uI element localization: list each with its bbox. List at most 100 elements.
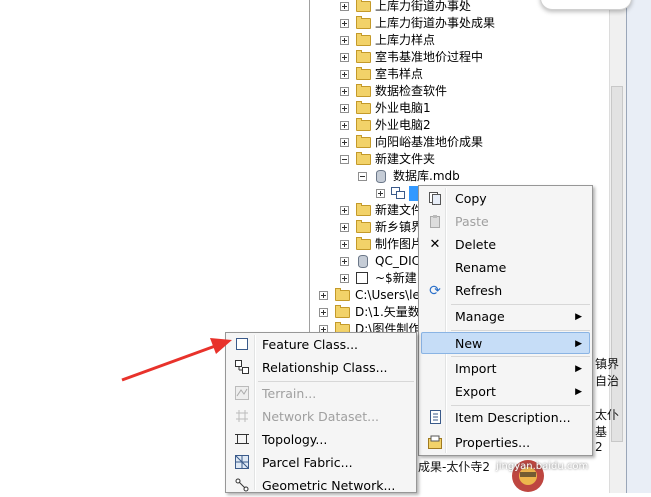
- expand-icon[interactable]: [340, 53, 349, 62]
- folder-icon: [335, 305, 350, 318]
- tree-item-folder[interactable]: 新乡镇界: [338, 219, 424, 236]
- menu-item-label: Rename: [455, 260, 507, 275]
- expand-icon[interactable]: [340, 274, 349, 283]
- tree-item-geodatabase[interactable]: 数据库.mdb: [356, 168, 596, 185]
- tree-item-folder[interactable]: 上库力街道办事处成果: [338, 15, 598, 32]
- submenu-item-parcel-fabric[interactable]: Parcel Fabric...: [228, 452, 414, 474]
- expand-icon[interactable]: [340, 257, 349, 266]
- tree-item-folder[interactable]: 室韦基准地价过程中: [338, 49, 598, 66]
- tree-item-folder[interactable]: 外业电脑2: [338, 117, 598, 134]
- menu-item-new[interactable]: New ▶: [421, 332, 590, 354]
- menu-item-refresh[interactable]: ⟳ Refresh: [421, 280, 590, 302]
- tree-item-folder[interactable]: 制作图片: [338, 236, 424, 253]
- properties-icon: [427, 435, 443, 451]
- expand-icon[interactable]: [340, 240, 349, 249]
- menu-item-label: Feature Class...: [262, 337, 359, 352]
- folder-icon: [356, 84, 371, 97]
- expand-icon[interactable]: [340, 104, 349, 113]
- menu-item-copy[interactable]: Copy: [421, 188, 590, 210]
- tree-item-folder[interactable]: 新建文件: [338, 202, 424, 219]
- menu-item-paste[interactable]: Paste: [421, 211, 590, 233]
- tree-item-file[interactable]: ~$新建: [338, 270, 420, 287]
- tree-item-folder-connection[interactable]: D:\1.矢量数: [317, 304, 420, 321]
- collapse-icon[interactable]: [340, 155, 349, 164]
- menu-item-delete[interactable]: ✕ Delete: [421, 234, 590, 256]
- folder-icon: [356, 118, 371, 131]
- topology-icon: [234, 432, 250, 448]
- tree-item-folder[interactable]: 外业电脑1: [338, 100, 598, 117]
- expand-icon[interactable]: [376, 189, 385, 198]
- expand-icon[interactable]: [319, 308, 328, 317]
- tree-item-folder-expanded[interactable]: 新建文件夹: [338, 151, 598, 168]
- folder-icon: [356, 16, 371, 29]
- expand-icon[interactable]: [340, 87, 349, 96]
- folder-icon: [356, 0, 371, 12]
- feature-class-icon: [234, 337, 250, 353]
- tree-item-label: 新乡镇界: [375, 220, 424, 234]
- tree-item-feature-dataset-selected[interactable]: [374, 185, 420, 202]
- expand-icon[interactable]: [340, 223, 349, 232]
- menu-item-export[interactable]: Export ▶: [421, 381, 590, 403]
- menu-item-rename[interactable]: Rename: [421, 257, 590, 279]
- submenu-arrow-icon: ▶: [575, 364, 582, 374]
- submenu-item-terrain[interactable]: Terrain...: [228, 383, 414, 405]
- submenu-item-relationship-class[interactable]: Relationship Class...: [228, 357, 414, 379]
- menu-separator: [451, 356, 590, 357]
- tree-item-label: 向阳峪基准地价成果: [375, 135, 484, 149]
- delete-icon: ✕: [429, 237, 441, 252]
- submenu-item-geometric-network[interactable]: Geometric Network...: [228, 475, 414, 497]
- expand-icon[interactable]: [340, 206, 349, 215]
- menu-item-label: Refresh: [455, 283, 503, 298]
- menu-item-item-description[interactable]: Item Description...: [421, 407, 590, 429]
- menu-item-label: Import: [455, 361, 497, 376]
- tree-item-label: 上库力样点: [375, 33, 436, 47]
- right-panel-edge: [626, 0, 651, 493]
- database-icon: [376, 170, 386, 183]
- expand-icon[interactable]: [340, 2, 349, 11]
- copy-icon: [427, 191, 443, 207]
- folder-icon: [356, 152, 371, 165]
- submenu-item-feature-class[interactable]: Feature Class...: [228, 334, 414, 356]
- folder-icon: [335, 288, 350, 301]
- expand-icon[interactable]: [340, 138, 349, 147]
- submenu-item-network-dataset[interactable]: Network Dataset...: [228, 406, 414, 428]
- tree-item-folder[interactable]: 室韦样点: [338, 66, 598, 83]
- refresh-icon: ⟳: [429, 283, 441, 299]
- expand-icon[interactable]: [340, 19, 349, 28]
- collapse-icon[interactable]: [358, 172, 367, 181]
- file-icon: [356, 272, 368, 284]
- expand-icon[interactable]: [340, 70, 349, 79]
- tree-item-label: 数据库.mdb: [393, 169, 460, 183]
- menu-item-import[interactable]: Import ▶: [421, 358, 590, 380]
- tree-item-label: 新建文件: [375, 203, 424, 217]
- menu-item-label: Topology...: [262, 432, 328, 447]
- folder-icon: [356, 135, 371, 148]
- geometric-network-icon: [234, 478, 250, 494]
- submenu-arrow-icon: ▶: [575, 312, 582, 322]
- menu-item-label: Parcel Fabric...: [262, 455, 353, 470]
- expand-icon[interactable]: [319, 291, 328, 300]
- menu-item-label: Terrain...: [262, 386, 317, 401]
- tree-item-folder[interactable]: 向阳峪基准地价成果: [338, 134, 598, 151]
- tree-item-label: 制作图片: [375, 237, 424, 251]
- submenu-arrow-icon: ▶: [575, 339, 582, 349]
- tree-item-folder[interactable]: 上库力街道办事处: [338, 0, 598, 15]
- menu-item-label: Delete: [455, 237, 497, 252]
- background-text: 镇界: [595, 357, 620, 371]
- tree-item-folder[interactable]: 数据检查软件: [338, 83, 598, 100]
- menu-item-manage[interactable]: Manage ▶: [421, 306, 590, 328]
- context-menu: Copy Paste ✕ Delete Rename ⟳ Refresh Man…: [418, 185, 593, 456]
- expand-icon[interactable]: [340, 121, 349, 130]
- menu-item-properties[interactable]: Properties...: [421, 432, 590, 454]
- tree-item-folder-connection[interactable]: C:\Users\le: [317, 287, 420, 304]
- menu-separator: [451, 304, 590, 305]
- expand-icon[interactable]: [340, 36, 349, 45]
- tree-item-label: 外业电脑1: [375, 101, 431, 115]
- submenu-item-topology[interactable]: Topology...: [228, 429, 414, 451]
- tree-item-label: 室韦样点: [375, 67, 424, 81]
- watermark-text: jingyan.baidu.com: [496, 461, 589, 472]
- menu-item-label: New: [455, 336, 483, 351]
- menu-item-label: Manage: [455, 309, 505, 324]
- tree-item-database[interactable]: QC_DIC: [338, 253, 420, 270]
- tree-item-folder[interactable]: 上库力样点: [338, 32, 598, 49]
